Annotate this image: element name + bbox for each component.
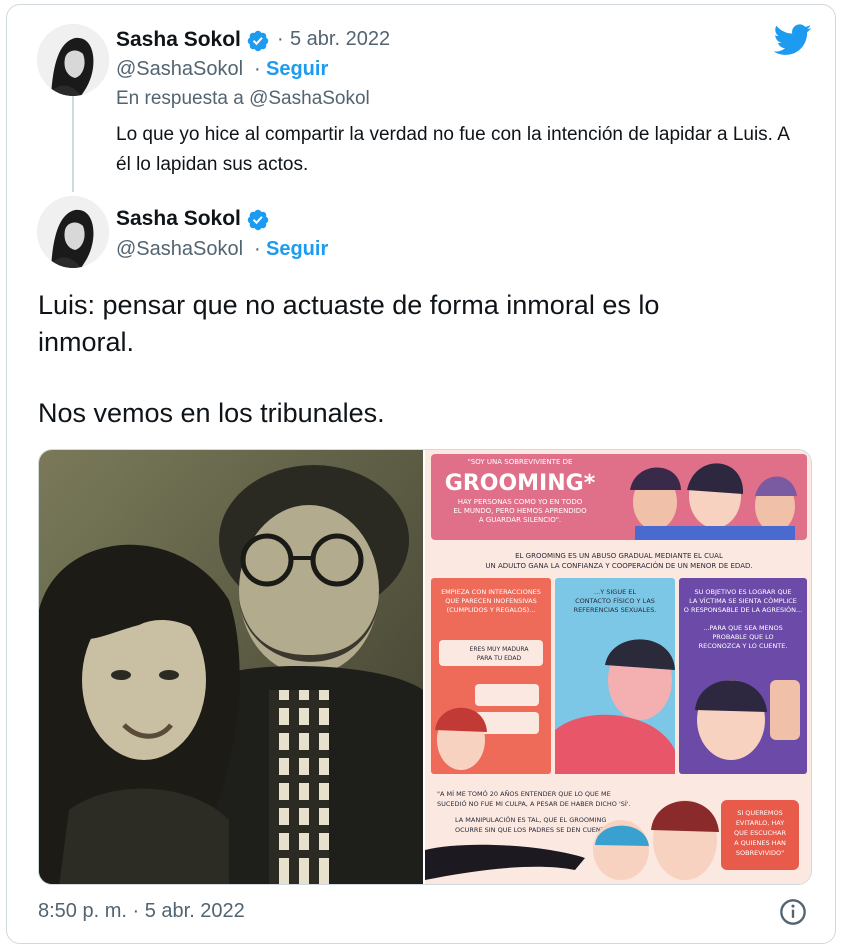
author-name[interactable]: Sasha Sokol: [116, 207, 241, 231]
infographic-subtitle: A GUARDAR SILENCIO".: [479, 516, 561, 524]
verified-badge-icon: [247, 209, 269, 231]
panel-text: OCURRE SIN QUE LOS PADRES SE DEN CUENTA.: [455, 826, 611, 834]
infographic-title: GROOMING*: [445, 471, 596, 496]
in-reply-prefix: En respuesta a: [116, 88, 250, 109]
panel-text: LA MANIPULACIÓN ES TAL, QUE EL GROOMING: [455, 815, 606, 824]
main-tweet-line: Luis: pensar que no actuaste de forma in…: [38, 290, 660, 320]
panel-text: REFERENCIAS SEXUALES.: [574, 606, 657, 614]
panel-text: EMPIEZA CON INTERACCIONES: [441, 588, 541, 596]
tweet-timestamp[interactable]: 8:50 p. m. · 5 abr. 2022: [38, 900, 245, 923]
follow-button[interactable]: Seguir: [266, 58, 328, 81]
panel-text: ...PARA QUE SEA MENOS: [703, 624, 783, 632]
author-handle[interactable]: @SashaSokol: [116, 238, 243, 261]
author-name[interactable]: Sasha Sokol: [116, 28, 241, 52]
reply-tweet-text: Lo que yo hice al compartir la verdad no…: [116, 124, 789, 175]
panel-bubble: ERES MUY MADURA: [470, 646, 530, 653]
infographic-definition: EL GROOMING ES UN ABUSO GRADUAL MEDIANTE…: [515, 552, 723, 560]
author-handle[interactable]: @SashaSokol: [116, 58, 243, 81]
in-reply-handle[interactable]: @SashaSokol: [249, 88, 370, 109]
infographic-top-quote: "SOY UNA SOBREVIVIENTE DE: [468, 458, 573, 466]
panel-text: SU OBJETIVO ES LOGRAR QUE: [694, 588, 791, 596]
main-tweet-line: Nos vemos en los tribunales.: [38, 398, 385, 428]
panel-callout: EVITARLO, HAY: [736, 819, 784, 827]
verified-badge-icon: [247, 30, 269, 52]
avatar[interactable]: [37, 24, 109, 96]
panel-text: QUE PARECEN INOFENSIVAS: [445, 597, 536, 605]
panel-text: (CUMPLIDOS Y REGALOS)...: [447, 606, 536, 614]
panel-text: CONTACTO FÍSICO Y LAS: [575, 596, 655, 605]
vintage-photo[interactable]: [39, 450, 423, 885]
separator: ·: [254, 238, 261, 260]
tweet-date[interactable]: 5 abr. 2022: [290, 28, 390, 51]
thread-connector: [72, 96, 74, 192]
avatar[interactable]: [37, 196, 109, 268]
follow-button[interactable]: Seguir: [266, 238, 328, 261]
panel-text: PROBABLE QUE LO: [712, 633, 773, 641]
infographic-definition: UN ADULTO GANA LA CONFIANZA Y COOPERACIÓ…: [485, 561, 752, 570]
panel-callout: QUE ESCUCHAR: [734, 829, 786, 837]
panel-text: "A MÍ ME TOMÓ 20 AÑOS ENTENDER QUE LO QU…: [437, 789, 611, 798]
panel-text: SUCEDIÓ NO FUE MI CULPA, A PESAR DE HABE…: [437, 799, 631, 808]
panel-text: LA VÍCTIMA SE SIENTA CÓMPLICE: [689, 596, 797, 605]
separator: ·: [277, 28, 284, 50]
separator: ·: [254, 58, 261, 80]
panel-callout: SI QUEREMOS: [737, 809, 783, 817]
grooming-infographic[interactable]: "SOY UNA SOBREVIVIENTE DE GROOMING* HAY …: [425, 450, 812, 885]
panel-text: O RESPONSABLE DE LA AGRESIÓN...: [684, 605, 802, 614]
twitter-bird-icon[interactable]: [774, 24, 812, 56]
info-icon[interactable]: [779, 898, 807, 926]
panel-text: RECONOZCA Y LO CUENTE.: [699, 642, 788, 650]
main-tweet-line: inmoral.: [38, 327, 135, 357]
infographic-subtitle: EL MUNDO, PERO HEMOS APRENDIDO: [453, 507, 587, 515]
panel-callout: SOBREVIVIDO": [736, 849, 784, 857]
panel-bubble: PARA TU EDAD: [477, 655, 522, 662]
main-tweet-text: Luis: pensar que no actuaste de forma in…: [38, 287, 778, 432]
infographic-subtitle: HAY PERSONAS COMO YO EN TODO: [458, 498, 583, 506]
in-reply-to: En respuesta a @SashaSokol: [116, 88, 370, 110]
panel-text: ...Y SIGUE EL: [594, 588, 636, 596]
panel-callout: A QUIENES HAN: [734, 839, 786, 847]
tweet-media[interactable]: "SOY UNA SOBREVIVIENTE DE GROOMING* HAY …: [38, 449, 812, 885]
